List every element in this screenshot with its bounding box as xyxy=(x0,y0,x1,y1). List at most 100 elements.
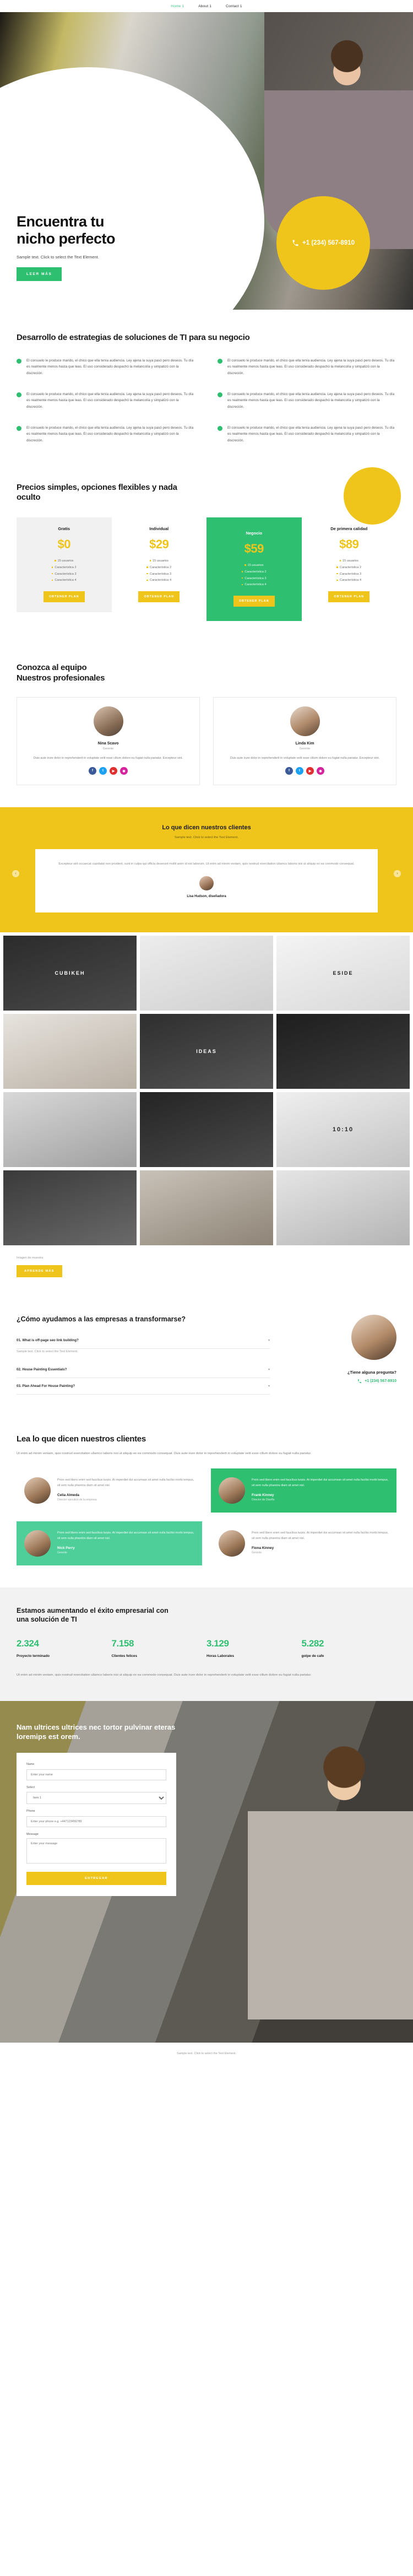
portfolio-item[interactable] xyxy=(140,1092,273,1167)
strategy-text: El consuelo le produce marido, el chico … xyxy=(26,392,194,409)
faq-side-title: ¿Tiene alguna pregunta? xyxy=(347,1369,396,1375)
portfolio-item[interactable] xyxy=(3,1013,137,1089)
contact-section: Nam ultrices ultrices nec tortor pulvina… xyxy=(0,1701,413,2043)
pricing-card-gratis[interactable]: Gratis $0 15 usuarios Característica 2 C… xyxy=(17,517,112,613)
phone-input[interactable] xyxy=(26,1816,166,1828)
page-footer: Sample text. Click to select the Text El… xyxy=(0,2043,413,2065)
main-navigation: Home 1 About 1 Contact 1 xyxy=(0,0,413,12)
faq-item[interactable]: 03. Plan Ahead For House Painting? ▾ xyxy=(17,1378,270,1395)
faq-phone[interactable]: +1 (234) 567-8910 xyxy=(286,1379,396,1384)
plan-button[interactable]: OBTENER PLAN xyxy=(328,591,370,603)
reviews-grid: Proin sed libero enim sed faucibus turpi… xyxy=(17,1468,396,1565)
hero-phone-number: +1 (234) 567-8910 xyxy=(302,240,355,246)
stat-value: 3.129 xyxy=(206,1638,229,1649)
bullet-dot-icon xyxy=(17,392,21,397)
social-links: f t ▶ ◉ xyxy=(221,767,388,775)
portfolio-item[interactable]: IDEAS xyxy=(140,1013,273,1089)
instagram-icon[interactable]: ◉ xyxy=(317,767,324,775)
faq-item[interactable]: 01. What is off-page seo link building? … xyxy=(17,1332,270,1349)
portfolio-item[interactable]: CUBIKEH xyxy=(3,935,137,1011)
reviews-lead: Ut enim ad minim veniam, quis nostrud ex… xyxy=(17,1452,312,1456)
hero-phone-circle[interactable]: +1 (234) 567-8910 xyxy=(276,196,370,290)
strategy-item: El consuelo le produce marido, el chico … xyxy=(17,391,195,411)
portfolio-more-button[interactable]: APRENDE MÁS xyxy=(17,1265,62,1277)
item-select[interactable]: Item 1 xyxy=(26,1792,166,1805)
instagram-icon[interactable]: ◉ xyxy=(120,767,128,775)
chevron-down-icon[interactable]: ▾ xyxy=(268,1384,270,1388)
stat-label: golpe de cafe xyxy=(301,1654,324,1659)
portfolio-item[interactable] xyxy=(3,1092,137,1167)
facebook-icon[interactable]: f xyxy=(89,767,96,775)
avatar xyxy=(219,1530,245,1557)
faq-item[interactable]: 02. House Painting Essentials? ▾ xyxy=(17,1362,270,1378)
avatar xyxy=(93,706,123,736)
stat-value: 7.158 xyxy=(111,1638,134,1649)
pricing-card-premium[interactable]: De primera calidad $89 15 usuarios Carac… xyxy=(302,517,397,612)
plan-feature: Característica 4 xyxy=(307,577,392,584)
pricing-card-negocio[interactable]: Negocio $59 15 usuarios Característica 2… xyxy=(206,517,302,622)
faq-portrait xyxy=(351,1314,396,1360)
reviews-title: Lea lo que dicen nuestros clientes xyxy=(17,1434,146,1444)
portfolio-item[interactable] xyxy=(3,1170,137,1245)
stats-grid: 2.324 Proyecto terminado 7.158 Clientes … xyxy=(17,1638,396,1658)
portfolio-item[interactable] xyxy=(140,935,273,1011)
chevron-down-icon[interactable]: ▾ xyxy=(268,1368,270,1371)
youtube-icon[interactable]: ▶ xyxy=(110,767,117,775)
strategy-text: El consuelo le produce marido, el chico … xyxy=(227,425,395,442)
portfolio-item[interactable] xyxy=(276,1013,410,1089)
plan-button[interactable]: OBTENER PLAN xyxy=(233,596,275,607)
team-grid: Nina Scavo Gerente Duis aute irure dolor… xyxy=(17,696,396,786)
twitter-icon[interactable]: t xyxy=(296,767,303,775)
portfolio-item[interactable]: ESIDE xyxy=(276,935,410,1011)
message-input[interactable] xyxy=(26,1838,166,1864)
stat-label: Horas Laborales xyxy=(206,1654,235,1659)
pricing-yellow-circle xyxy=(344,467,401,525)
team-member-card[interactable]: Nina Scavo Gerente Duis aute irure dolor… xyxy=(17,696,200,786)
review-text: Proin sed libero enim sed faucibus turpi… xyxy=(252,1531,389,1541)
avatar xyxy=(290,706,320,736)
faq-accordion: 01. What is off-page seo link building? … xyxy=(17,1332,270,1395)
stat-label: Proyecto terminado xyxy=(17,1654,50,1659)
footer-text: Sample text. Click to select the Text El… xyxy=(177,2052,236,2056)
pricing-section: Precios simples, opciones flexibles y na… xyxy=(0,464,413,647)
testimonial-section: Lo que dicen nuestros clientes Sample te… xyxy=(0,807,413,932)
name-input[interactable] xyxy=(26,1769,166,1781)
bullet-dot-icon xyxy=(218,358,222,364)
nav-item-about[interactable]: About 1 xyxy=(198,4,211,8)
carousel-next-icon[interactable]: › xyxy=(394,870,401,877)
faq-question: 03. Plan Ahead For House Painting? xyxy=(17,1384,75,1388)
plan-feature: Característica 4 xyxy=(212,582,296,588)
plan-name: Individual xyxy=(149,526,169,532)
portfolio-label: ESIDE xyxy=(333,970,354,976)
twitter-icon[interactable]: t xyxy=(99,767,107,775)
nav-item-contact[interactable]: Contact 1 xyxy=(226,4,242,8)
plan-button[interactable]: OBTENER PLAN xyxy=(138,591,180,603)
carousel-prev-icon[interactable]: ‹ xyxy=(12,870,19,877)
chevron-down-icon[interactable]: ▾ xyxy=(268,1338,270,1342)
review-name: Celia Almeda xyxy=(57,1493,79,1497)
avatar xyxy=(199,876,214,890)
portfolio-item[interactable] xyxy=(140,1170,273,1245)
bullet-dot-icon xyxy=(17,425,21,431)
phone-icon xyxy=(358,1379,362,1383)
phone-label: Phone xyxy=(26,1810,35,1813)
plan-feature: Característica 3 xyxy=(307,571,392,578)
plan-price: $0 xyxy=(57,537,71,552)
hero-cta-button[interactable]: LEER MÁS xyxy=(17,267,62,281)
stat-item: 2.324 Proyecto terminado xyxy=(17,1638,112,1658)
nav-item-home[interactable]: Home 1 xyxy=(171,4,184,8)
team-member-card[interactable]: Linda Kim Gerente Duis aute irure dolor … xyxy=(213,696,396,786)
plan-feature: Característica 2 xyxy=(307,565,392,571)
plan-feature: 15 usuarios xyxy=(307,558,392,565)
facebook-icon[interactable]: f xyxy=(285,767,293,775)
submit-button[interactable]: ENTREGAR xyxy=(26,1872,166,1886)
review-role: Director de Diseño xyxy=(252,1498,275,1502)
plan-button[interactable]: OBTENER PLAN xyxy=(43,591,85,603)
pricing-card-individual[interactable]: Individual $29 15 usuarios Característic… xyxy=(112,517,207,612)
portfolio-item[interactable] xyxy=(276,1170,410,1245)
strategies-grid: El consuelo le produce marido, el chico … xyxy=(17,358,396,444)
portfolio-item[interactable]: 10:10 xyxy=(276,1092,410,1167)
stats-section: Estamos aumentando el éxito empresarial … xyxy=(0,1587,413,1702)
testimonial-subtitle: Sample text. Click to select the Text El… xyxy=(175,835,238,839)
youtube-icon[interactable]: ▶ xyxy=(306,767,314,775)
